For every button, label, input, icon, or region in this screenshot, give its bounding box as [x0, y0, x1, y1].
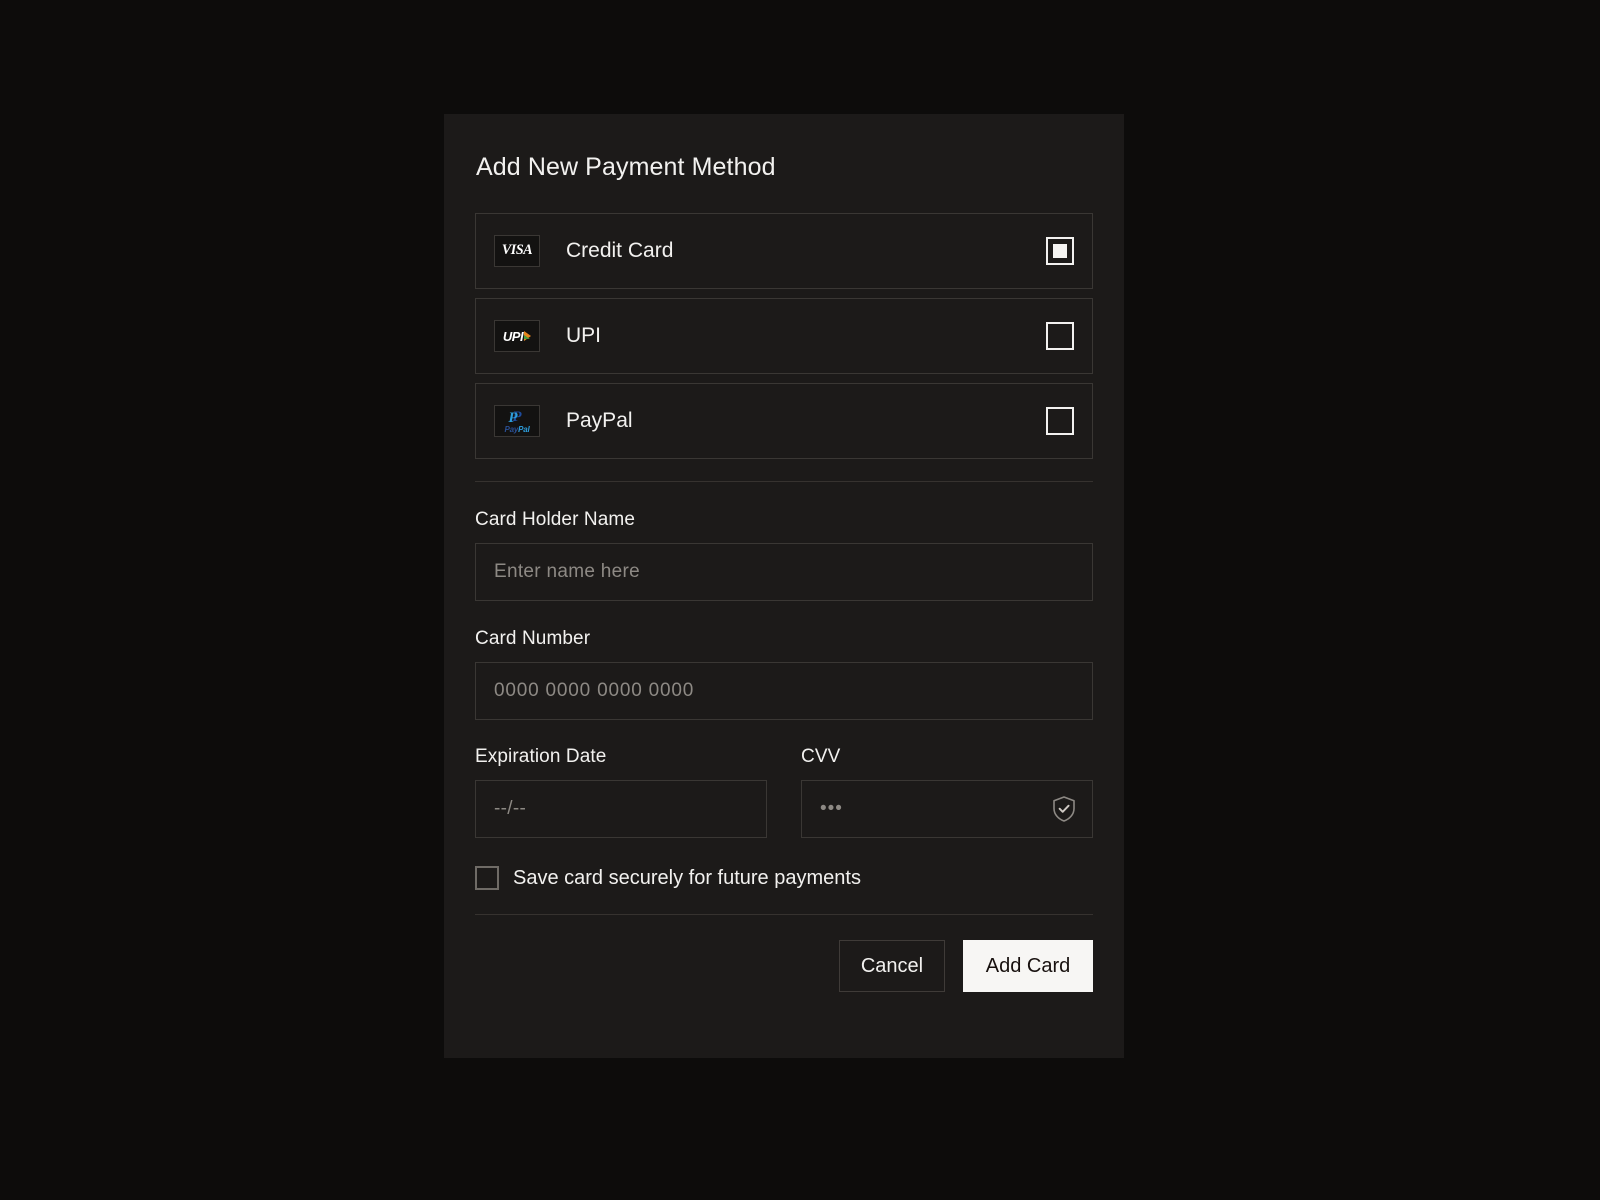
payment-method-checkbox-upi[interactable]	[1046, 322, 1074, 350]
visa-logo-icon: VISA	[494, 235, 540, 267]
cvv-field-group: CVV •••	[801, 746, 1093, 838]
payment-method-label-upi: UPI	[566, 324, 602, 347]
card-holder-placeholder: Enter name here	[494, 561, 641, 582]
expiration-placeholder: --/--	[494, 798, 527, 819]
expiration-label: Expiration Date	[475, 746, 607, 767]
dialog-actions: Cancel Add Card	[475, 940, 1093, 992]
shield-check-icon	[1052, 796, 1076, 823]
payment-method-list: VISA Credit Card UPI UPI P P PayPal PayP…	[475, 213, 1093, 459]
paypal-logo-text: PayPal	[504, 424, 530, 434]
footer-divider	[475, 914, 1093, 915]
cvv-input[interactable]: •••	[801, 780, 1093, 838]
card-number-input[interactable]: 0000 0000 0000 0000	[475, 662, 1093, 720]
cvv-label: CVV	[801, 746, 841, 767]
card-holder-input[interactable]: Enter name here	[475, 543, 1093, 601]
payment-method-checkbox-credit-card[interactable]	[1046, 237, 1074, 265]
save-card-row[interactable]: Save card securely for future payments	[475, 866, 1093, 890]
expiration-cvv-row: Expiration Date --/-- CVV •••	[475, 746, 1093, 838]
upi-logo-text: UPI	[502, 328, 524, 344]
visa-logo-text: VISA	[501, 242, 533, 259]
section-divider	[475, 481, 1093, 482]
payment-method-option-upi[interactable]: UPI UPI	[475, 298, 1093, 374]
upi-arrow-icon	[524, 331, 532, 341]
cancel-button[interactable]: Cancel	[839, 940, 945, 992]
save-card-checkbox[interactable]	[475, 866, 499, 890]
cvv-placeholder: •••	[820, 798, 843, 819]
upi-logo-icon: UPI	[494, 320, 540, 352]
expiration-input[interactable]: --/--	[475, 780, 767, 838]
card-number-field-group: Card Number 0000 0000 0000 0000	[475, 628, 1093, 720]
payment-method-label-credit-card: Credit Card	[566, 239, 674, 262]
card-number-placeholder: 0000 0000 0000 0000	[494, 680, 695, 701]
card-holder-label: Card Holder Name	[475, 509, 635, 530]
page-title: Add New Payment Method	[476, 153, 776, 181]
payment-method-option-credit-card[interactable]: VISA Credit Card	[475, 213, 1093, 289]
card-holder-field-group: Card Holder Name Enter name here	[475, 509, 1093, 601]
paypal-logo-icon: P PayPal	[494, 405, 540, 437]
card-number-label: Card Number	[475, 628, 591, 649]
payment-method-checkbox-paypal[interactable]	[1046, 407, 1074, 435]
page-background: Add New Payment Method VISA Credit Card …	[0, 0, 1600, 1200]
paypal-p-icon: P	[508, 409, 521, 426]
add-payment-method-dialog: Add New Payment Method VISA Credit Card …	[444, 114, 1124, 1058]
payment-method-label-paypal: PayPal	[566, 409, 633, 432]
add-card-button[interactable]: Add Card	[963, 940, 1093, 992]
payment-method-option-paypal[interactable]: P PayPal PayPal	[475, 383, 1093, 459]
expiration-field-group: Expiration Date --/--	[475, 746, 767, 838]
save-card-label: Save card securely for future payments	[513, 866, 861, 889]
